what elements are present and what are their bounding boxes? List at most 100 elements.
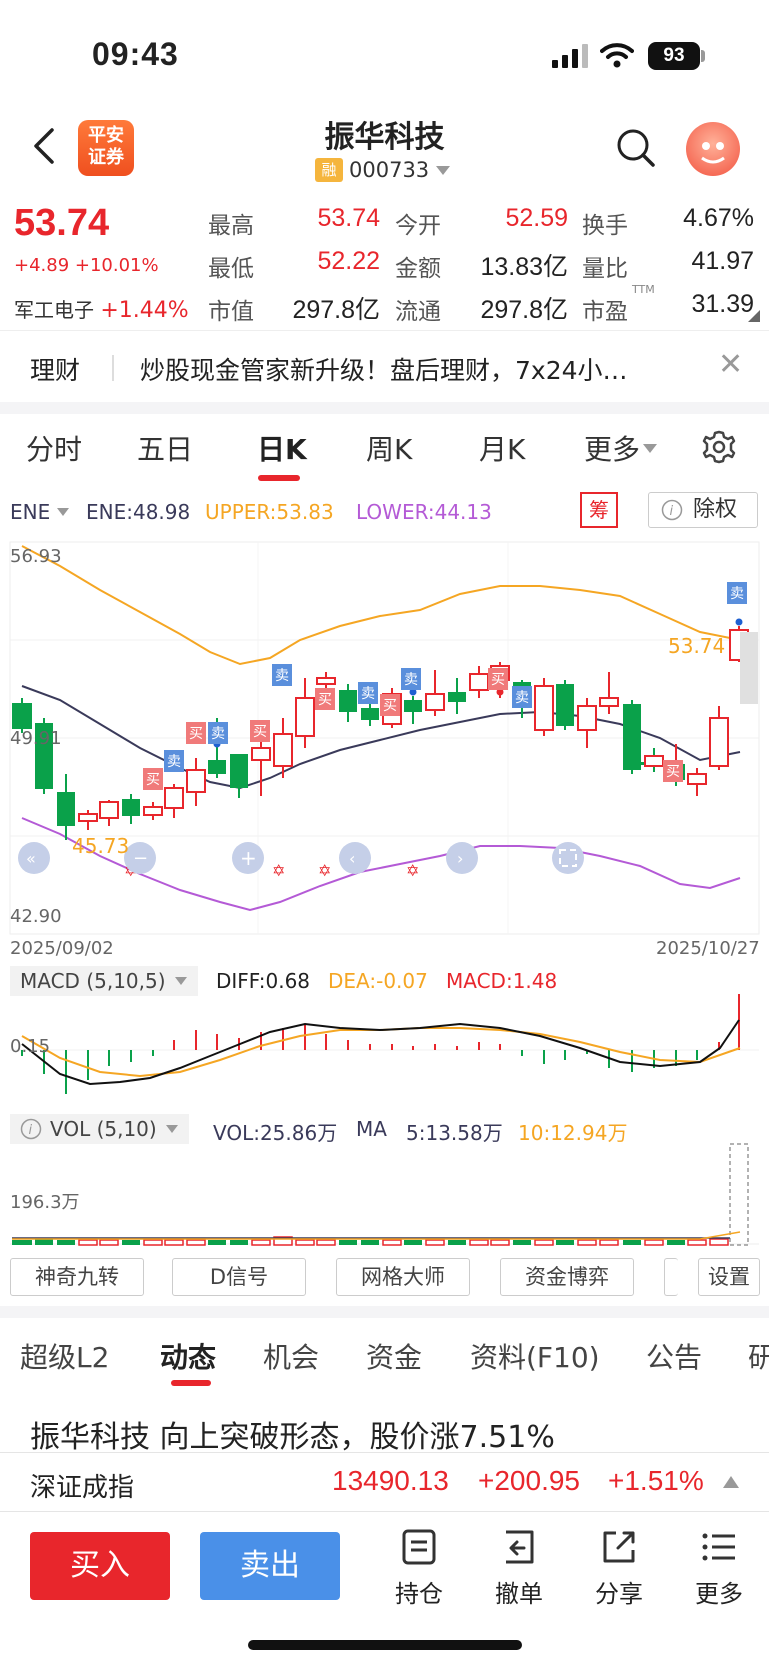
tab-opportunity[interactable]: 机会: [263, 1336, 319, 1376]
candle: [78, 813, 98, 822]
macd-diff: DIFF:0.68: [216, 969, 311, 993]
cancel-order-button[interactable]: 撤单: [484, 1528, 554, 1609]
banner-label: 理财: [30, 356, 81, 385]
indicator-selector[interactable]: ENE: [10, 500, 70, 524]
tab-news-feed[interactable]: 动态: [160, 1336, 216, 1376]
sell-button[interactable]: 卖出: [200, 1532, 340, 1600]
chips-button[interactable]: 筹: [580, 492, 618, 528]
index-pct: +1.51%: [608, 1465, 704, 1496]
more-button[interactable]: 更多: [684, 1528, 754, 1609]
macd-selector[interactable]: MACD (5,10,5): [10, 966, 198, 996]
grid-master-button[interactable]: 网格大师: [336, 1258, 470, 1296]
d-signal-button[interactable]: D信号: [172, 1258, 306, 1296]
sell-tag: 卖: [272, 664, 292, 686]
candle: [57, 792, 75, 826]
up-triangle-icon: [723, 1476, 739, 1488]
cellular-signal-icon: [552, 44, 588, 68]
candle: [99, 801, 119, 819]
ex-rights-button[interactable]: i 除权: [648, 492, 758, 528]
buy-button[interactable]: 买入: [30, 1532, 170, 1600]
tools-settings-button[interactable]: 设置: [698, 1258, 760, 1296]
tab-intraday[interactable]: 分时: [26, 428, 82, 468]
high-label: 最高: [208, 213, 254, 239]
sell-tag: 卖: [358, 682, 378, 704]
candle: [469, 673, 489, 691]
macd-chart: [10, 994, 759, 1094]
svg-text:✡: ✡: [406, 861, 419, 880]
index-ticker-bar[interactable]: 深证成指 13490.13 +200.95 +1.51%: [0, 1452, 769, 1512]
tab-super-l2[interactable]: 超级L2: [20, 1336, 109, 1376]
upper-band-line: [21, 545, 741, 666]
candle: [361, 708, 379, 720]
stock-code: 000733: [349, 158, 430, 182]
holdings-button[interactable]: 持仓: [384, 1528, 454, 1609]
vol-selector[interactable]: i VOL (5,10): [10, 1114, 189, 1144]
candle: [404, 700, 422, 712]
expand-corner-icon[interactable]: [748, 310, 760, 322]
vol-ma-label: MA: [356, 1117, 387, 1141]
dropdown-caret-icon: [174, 977, 187, 985]
kline-y-top: 56.93: [10, 546, 62, 567]
buy-tag: 买: [143, 768, 163, 790]
magic-nine-button[interactable]: 神奇九转: [10, 1258, 144, 1296]
buy-tag: 买: [380, 694, 400, 716]
index-value: 13490.13: [332, 1465, 449, 1496]
search-icon[interactable]: [616, 128, 656, 168]
dropdown-caret-icon: [643, 444, 658, 453]
share-icon: [603, 1531, 635, 1563]
sell-tag: 卖: [164, 750, 184, 772]
tab-five-day[interactable]: 五日: [137, 428, 193, 468]
sell-tag: 卖: [512, 686, 532, 708]
turnover-value: 4.67%: [683, 204, 754, 232]
svg-text:−: −: [133, 848, 148, 869]
tab-monthly-k[interactable]: 月K: [479, 428, 525, 468]
candle: [534, 685, 554, 731]
tab-daily-k[interactable]: 日K: [257, 428, 307, 468]
current-price: 53.74: [14, 202, 110, 244]
promo-banner[interactable]: 理财 炒股现金管家新升级！盘后理财，7x24小… ✕: [0, 330, 769, 402]
open-value: 52.59: [505, 204, 568, 232]
tab-research[interactable]: 研: [748, 1336, 769, 1376]
kline-chart[interactable]: ✡✡ ✡✡ « − + ‹ ›: [0, 538, 769, 958]
banner-divider: [112, 355, 114, 381]
macd-y-label: 0.15: [10, 1036, 51, 1057]
tab-announcements[interactable]: 公告: [646, 1336, 702, 1376]
gear-icon[interactable]: [702, 430, 736, 464]
tab-profile-f10[interactable]: 资料(F10): [470, 1336, 600, 1376]
tool-button-partial[interactable]: [664, 1258, 678, 1296]
dropdown-caret-icon: [57, 508, 70, 516]
tab-more[interactable]: 更多: [584, 428, 658, 468]
stock-code-selector[interactable]: 融 000733: [315, 158, 451, 182]
candles: [12, 662, 677, 840]
buy-tag: 买: [186, 722, 206, 744]
open-label: 今开: [395, 213, 441, 239]
candle: [251, 747, 271, 761]
candle: [164, 787, 184, 809]
svg-text:i: i: [670, 504, 674, 519]
buy-tag: 买: [488, 668, 508, 690]
fund-game-button[interactable]: 资金博弈: [500, 1258, 634, 1296]
index-change: +200.95: [478, 1465, 580, 1496]
buy-tag: 买: [663, 760, 683, 782]
candle: [556, 684, 574, 726]
sell-tag: 卖: [727, 582, 747, 604]
candle: [316, 677, 336, 685]
candle: [208, 760, 226, 774]
candle: [687, 773, 707, 785]
news-headline[interactable]: 振华科技 向上突破形态，股价涨7.51%: [30, 1412, 555, 1456]
candle: [644, 755, 664, 767]
share-button[interactable]: 分享: [584, 1528, 654, 1609]
close-icon[interactable]: ✕: [718, 347, 743, 382]
menu-list-icon: [702, 1533, 735, 1561]
tab-weekly-k[interactable]: 周K: [366, 428, 412, 468]
sector-row[interactable]: 军工电子 +1.44%: [14, 294, 189, 323]
date-start: 2025/09/02: [10, 938, 114, 959]
avatar-icon[interactable]: [686, 122, 740, 176]
tab-funds[interactable]: 资金: [366, 1336, 422, 1376]
mcap-label: 市值: [208, 299, 254, 325]
svg-text:‹: ‹: [349, 849, 355, 868]
turnover-label: 换手: [582, 213, 628, 239]
buy-tag: 买: [315, 688, 335, 710]
active-tab-underline: [258, 475, 300, 481]
mcap-value: 297.8亿: [292, 296, 380, 324]
